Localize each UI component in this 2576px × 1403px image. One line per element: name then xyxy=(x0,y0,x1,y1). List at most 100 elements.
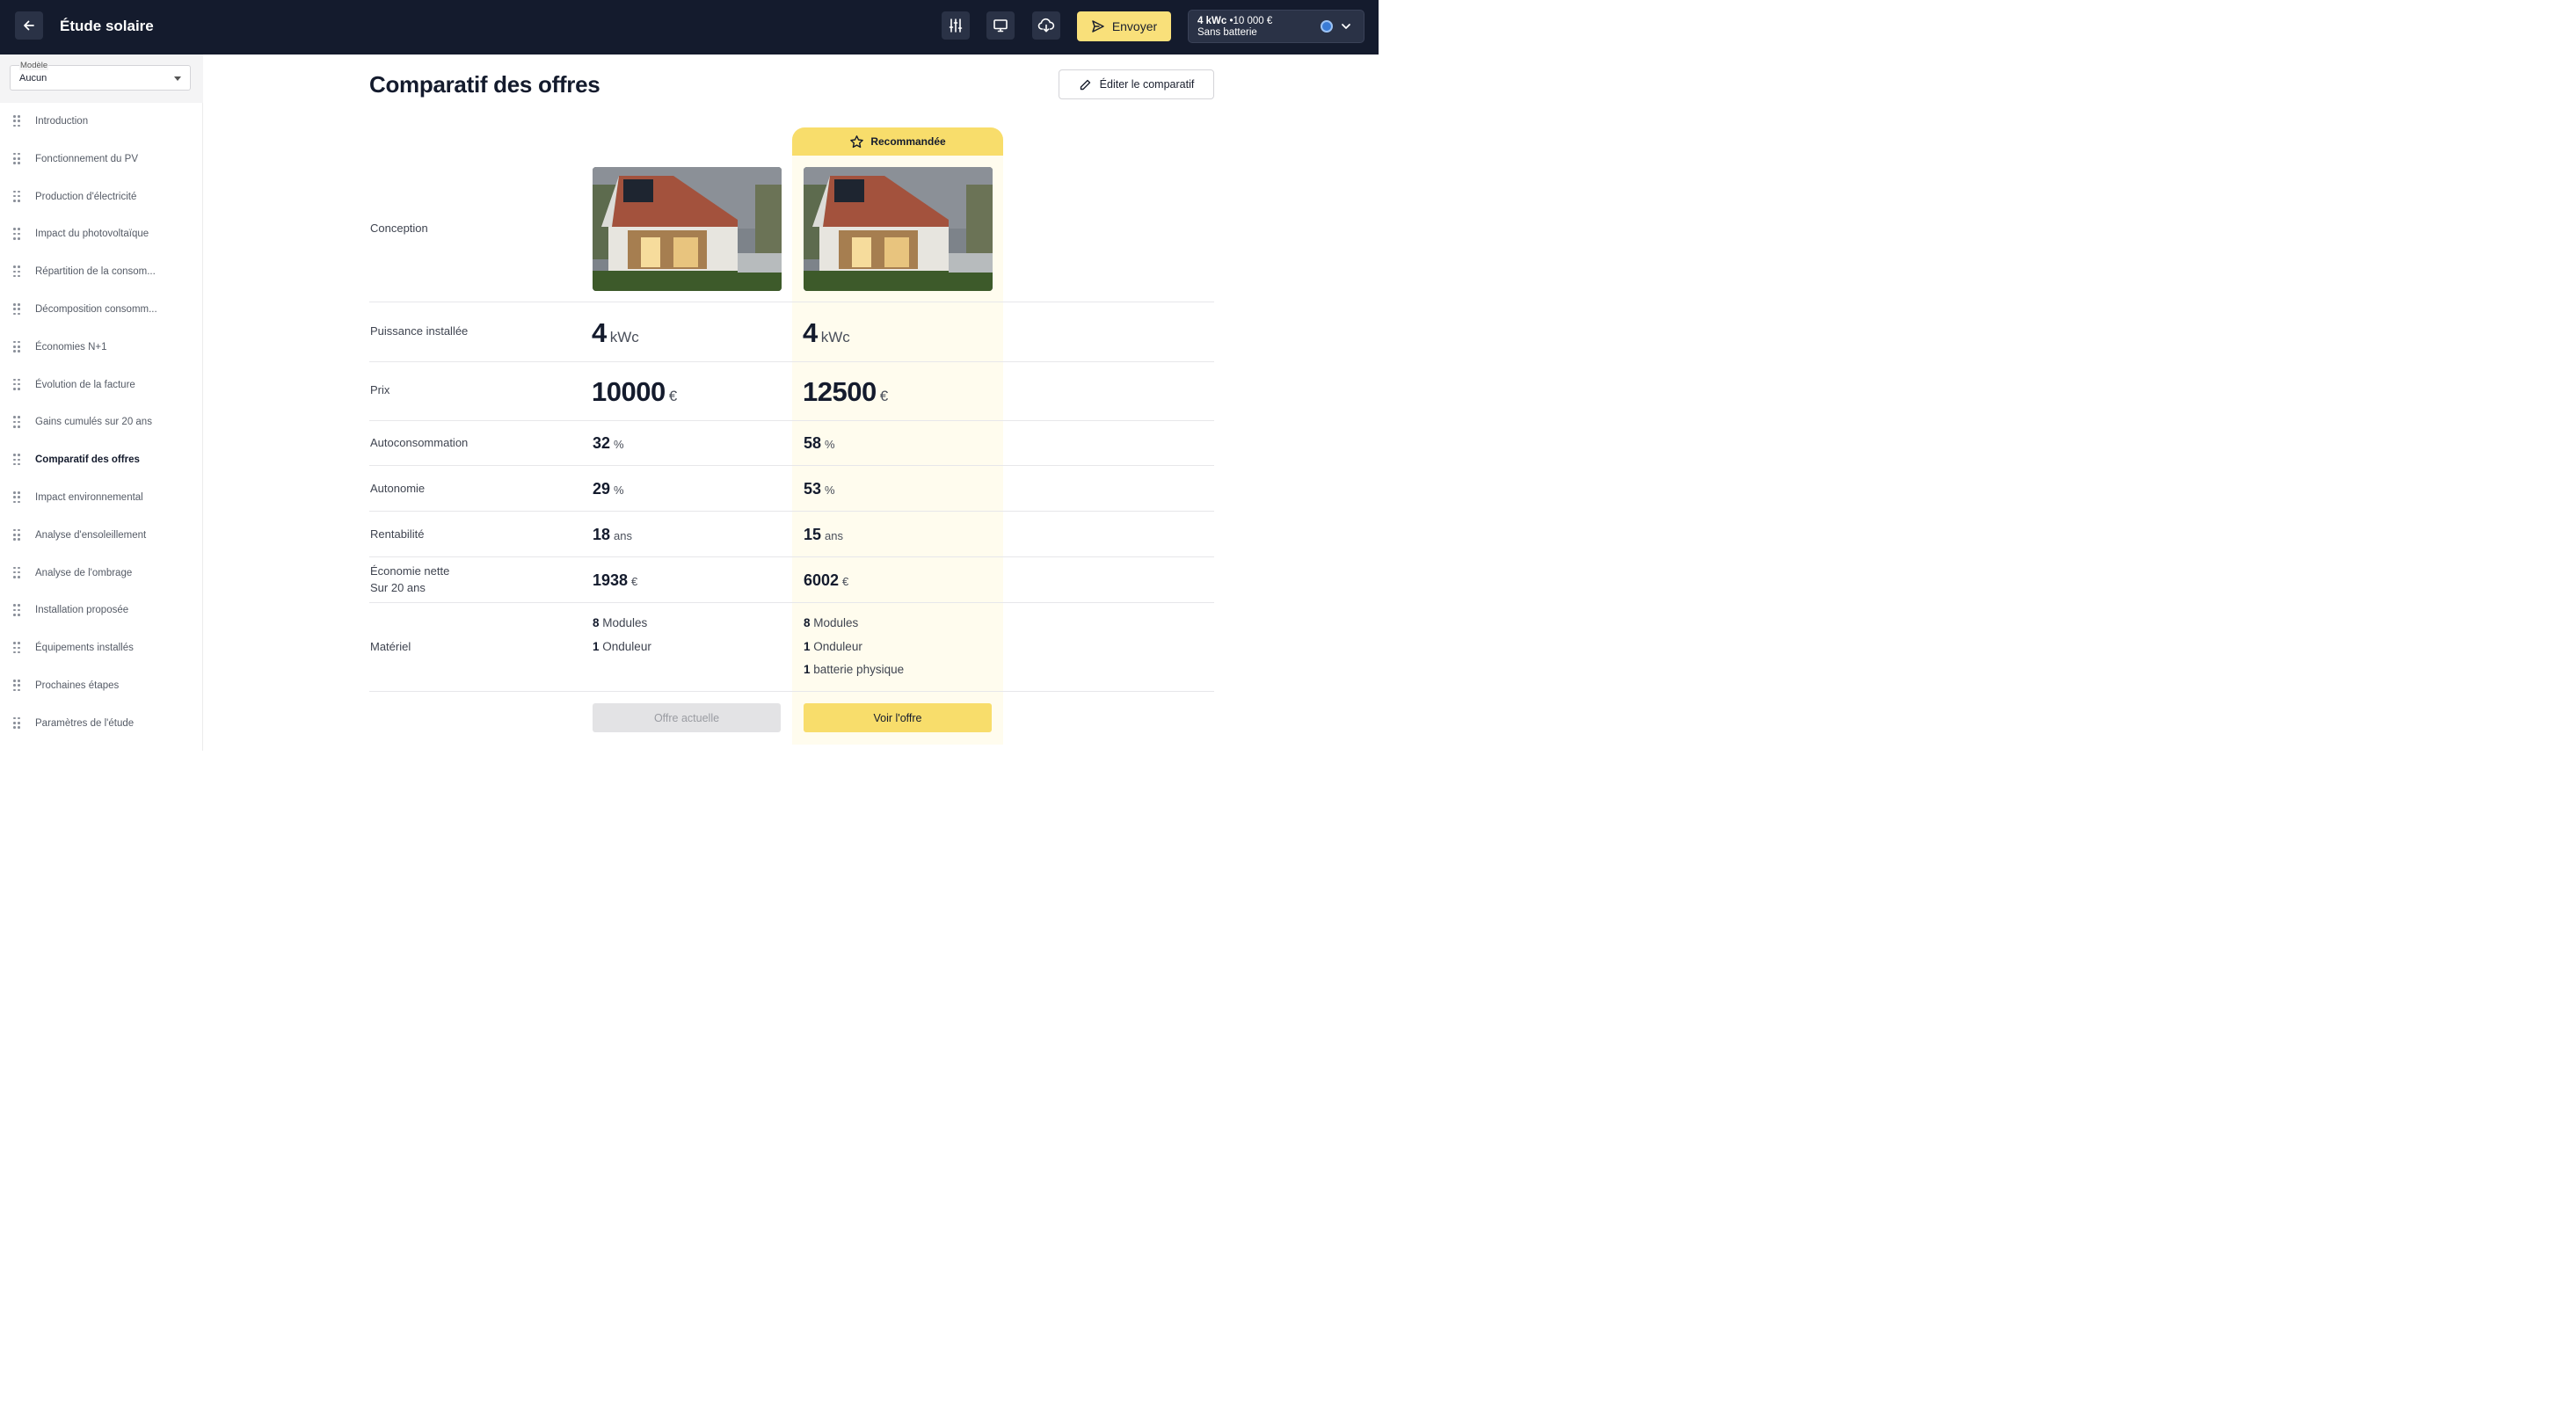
sidebar-item-label: Analyse de l'ombrage xyxy=(35,567,133,578)
unit: € xyxy=(668,388,678,404)
star-icon xyxy=(850,134,864,148)
drag-handle-icon[interactable] xyxy=(13,680,20,692)
sidebar-item[interactable]: Analyse de l'ombrage xyxy=(0,560,202,586)
offer-power: 4 kWc xyxy=(1197,16,1227,26)
model-label: Modèle xyxy=(19,61,49,70)
sidebar-item[interactable]: Analyse d'ensoleillement xyxy=(0,522,202,549)
qty: 8 xyxy=(593,616,600,629)
sliders-icon xyxy=(949,18,963,33)
sidebar-item-label: Production d'électricité xyxy=(35,191,137,202)
edit-label: Éditer le comparatif xyxy=(1099,78,1195,91)
sidebar-item-label: Équipements installés xyxy=(35,643,134,654)
drag-handle-icon[interactable] xyxy=(13,416,20,428)
sidebar-item[interactable]: Gains cumulés sur 20 ans xyxy=(0,409,202,435)
value: 15 xyxy=(804,526,822,543)
offer-1-profit: 18 ans xyxy=(593,526,632,544)
sidebar-item[interactable]: Fonctionnement du PV xyxy=(0,146,202,172)
offer-2-selfcons: 58% xyxy=(804,434,835,453)
offer-2-profit: 15 ans xyxy=(804,526,843,544)
sidebar-item[interactable]: Économies N+1 xyxy=(0,334,202,360)
sidebar-item[interactable]: Répartition de la consom... xyxy=(0,258,202,285)
offer-2-modules: 8 Modules xyxy=(804,615,858,631)
sidebar-item-label: Économies N+1 xyxy=(35,341,107,353)
drag-handle-icon[interactable] xyxy=(13,340,20,353)
cloud-download-icon xyxy=(1037,18,1055,33)
value: 4 xyxy=(803,317,818,348)
unit: % xyxy=(614,483,624,497)
presentation-button[interactable] xyxy=(986,11,1015,40)
drag-handle-icon[interactable] xyxy=(13,642,20,654)
caret-down-icon xyxy=(174,76,181,81)
send-icon xyxy=(1092,20,1104,33)
drag-handle-icon[interactable] xyxy=(13,604,20,616)
value: 53 xyxy=(804,480,822,498)
offer-1-modules: 8 Modules xyxy=(593,615,647,631)
view-offer-button[interactable]: Voir l'offre xyxy=(804,703,992,732)
sidebar-item[interactable]: Production d'électricité xyxy=(0,184,202,210)
sidebar-item-label: Comparatif des offres xyxy=(35,454,140,466)
current-offer-button[interactable]: Offre actuelle xyxy=(593,703,781,732)
drag-handle-icon[interactable] xyxy=(13,265,20,278)
value: 10000 xyxy=(592,376,666,407)
divider xyxy=(369,420,1214,421)
drag-handle-icon[interactable] xyxy=(13,190,20,203)
drag-handle-icon[interactable] xyxy=(13,454,20,466)
send-label: Envoyer xyxy=(1111,19,1158,33)
sidebar-item-label: Impact environnemental xyxy=(35,492,143,503)
label: Onduleur xyxy=(602,640,651,653)
download-button[interactable] xyxy=(1032,11,1060,40)
label: Modules xyxy=(602,616,648,629)
offer-1-autonomy: 29% xyxy=(593,480,624,498)
page-title: Comparatif des offres xyxy=(369,71,600,98)
label: Onduleur xyxy=(813,640,862,653)
chevron-down-icon xyxy=(1342,24,1350,29)
sidebar-item-label: Introduction xyxy=(35,116,89,127)
offer-1-savings: 1938 € xyxy=(593,571,637,590)
drag-handle-icon[interactable] xyxy=(13,491,20,504)
qty: 1 xyxy=(593,640,600,653)
pencil-icon xyxy=(1080,79,1090,90)
sidebar-item[interactable]: Introduction xyxy=(0,108,202,134)
offer-selector[interactable]: 4 kWc •10 000 € Sans batterie xyxy=(1188,10,1364,43)
send-button[interactable]: Envoyer xyxy=(1077,11,1171,41)
drag-handle-icon[interactable] xyxy=(13,566,20,579)
drag-handle-icon[interactable] xyxy=(13,152,20,165)
sidebar-item[interactable]: Évolution de la facture xyxy=(0,372,202,398)
offer-1-selfcons: 32% xyxy=(593,434,624,453)
unit: % xyxy=(614,438,624,451)
sidebar-item[interactable]: Impact du photovoltaïque xyxy=(0,221,202,247)
unit: kWc xyxy=(609,329,639,345)
edit-comparison-button[interactable]: Éditer le comparatif xyxy=(1059,69,1214,99)
offer-2-power: 4 kWc xyxy=(803,317,850,349)
sidebar: Aucun Modèle Introduction Fonctionnement … xyxy=(0,55,203,751)
drag-handle-icon[interactable] xyxy=(13,528,20,542)
sidebar-item[interactable]: Équipements installés xyxy=(0,635,202,661)
value: 1938 xyxy=(593,571,629,589)
sidebar-item[interactable]: Installation proposée xyxy=(0,597,202,623)
back-arrow-icon xyxy=(24,20,34,31)
sidebar-item[interactable]: Prochaines étapes xyxy=(0,672,202,699)
drag-handle-icon[interactable] xyxy=(13,716,20,730)
offer-1-price: 10000 € xyxy=(592,376,677,408)
sidebar-item[interactable]: Paramètres de l'étude xyxy=(0,710,202,737)
offer-summary: 4 kWc •10 000 € xyxy=(1197,16,1272,27)
offer-2-price: 12500 € xyxy=(803,376,888,408)
offer-2-savings: 6002 € xyxy=(804,571,848,590)
drag-handle-icon[interactable] xyxy=(13,115,20,127)
sidebar-item[interactable]: Impact environnemental xyxy=(0,484,202,511)
qty: 8 xyxy=(804,616,811,629)
drag-handle-icon[interactable] xyxy=(13,303,20,316)
settings-button[interactable] xyxy=(942,11,970,40)
value: 12500 xyxy=(803,376,877,407)
sidebar-item[interactable]: Décomposition consomm... xyxy=(0,296,202,323)
back-button[interactable] xyxy=(15,11,43,40)
top-bar: Étude solaire Envoyer 4 kWc •10 000 € Sa… xyxy=(0,0,1379,55)
row-label-conception: Conception xyxy=(370,222,428,235)
drag-handle-icon[interactable] xyxy=(13,228,20,240)
unit: ans xyxy=(614,529,632,542)
drag-handle-icon[interactable] xyxy=(13,378,20,391)
sidebar-item[interactable]: Comparatif des offres xyxy=(0,447,202,473)
unit: % xyxy=(825,483,835,497)
model-panel: Aucun Modèle xyxy=(0,55,203,103)
app-title: Étude solaire xyxy=(60,18,154,34)
